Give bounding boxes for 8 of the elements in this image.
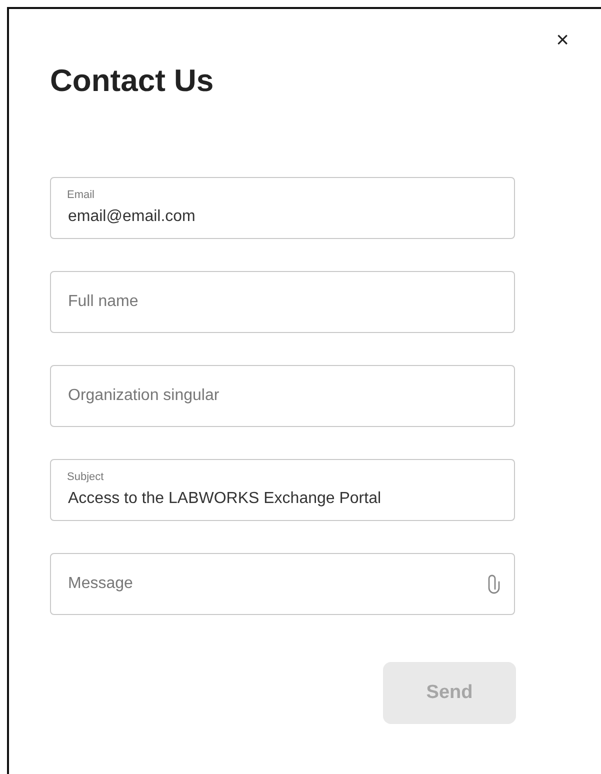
paperclip-icon[interactable]	[487, 574, 501, 594]
field-label: Subject	[67, 471, 104, 484]
input-field[interactable]: Organization singular	[50, 365, 515, 428]
field-label: Email	[67, 189, 95, 202]
close-button[interactable]: ×	[552, 27, 573, 53]
input-field[interactable]: Message	[50, 553, 515, 616]
input-field[interactable]: Full name	[50, 271, 515, 334]
dialog-title: Contact Us	[50, 62, 215, 100]
